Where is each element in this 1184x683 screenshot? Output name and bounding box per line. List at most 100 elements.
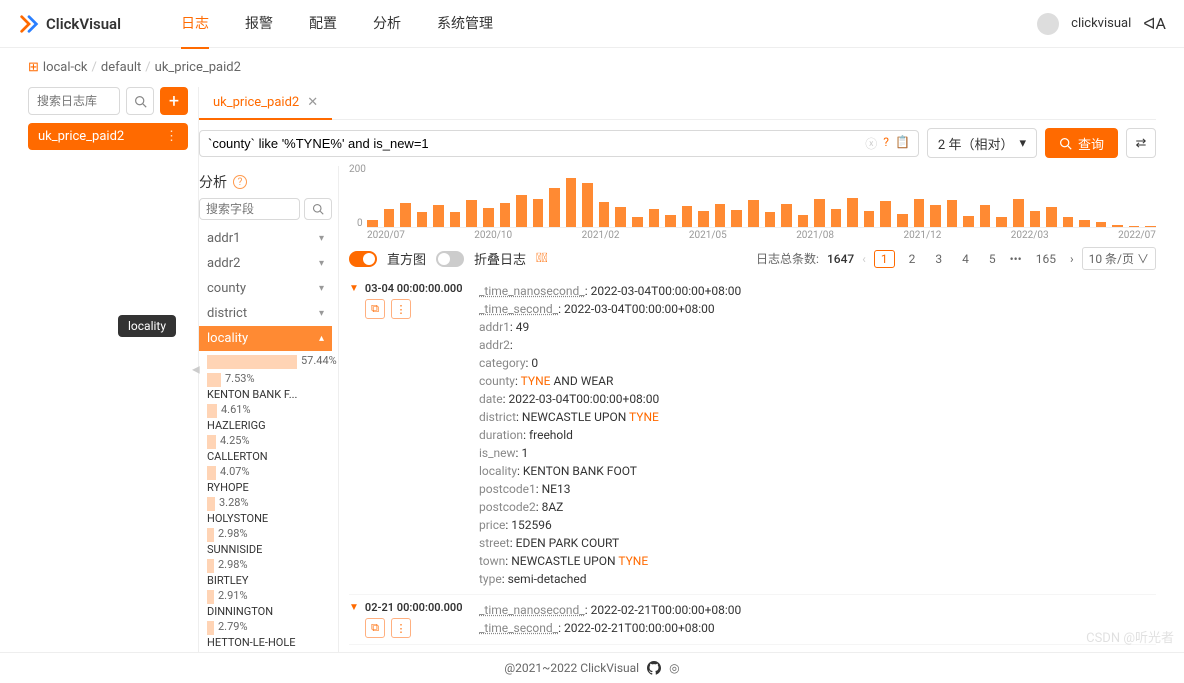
bar[interactable] xyxy=(582,183,593,227)
nav-alert[interactable]: 报警 xyxy=(245,0,273,49)
more-button[interactable]: ⋮ xyxy=(391,299,411,319)
translate-icon[interactable]: ᐊA xyxy=(1143,14,1166,33)
bar[interactable] xyxy=(765,212,776,227)
bar[interactable] xyxy=(615,207,626,228)
bar[interactable] xyxy=(1063,217,1074,227)
field-item-addr1[interactable]: addr1▾ xyxy=(199,226,332,251)
bar[interactable] xyxy=(549,188,560,227)
avatar[interactable] xyxy=(1037,13,1059,35)
bar[interactable] xyxy=(417,212,428,228)
bar[interactable] xyxy=(466,200,477,228)
swap-button[interactable]: ⇄ xyxy=(1126,128,1156,158)
target-icon[interactable]: ◎ xyxy=(669,661,679,675)
bar[interactable] xyxy=(831,209,842,227)
field-value-row[interactable]: 3.28%HOLYSTONE xyxy=(207,497,332,525)
bar[interactable] xyxy=(698,211,709,228)
bar[interactable] xyxy=(483,208,494,228)
field-value-row[interactable]: 7.53%KENTON BANK F... xyxy=(207,373,332,401)
field-search-input[interactable] xyxy=(199,198,300,220)
page-2[interactable]: 2 xyxy=(903,251,922,267)
field-item-district[interactable]: district▾ xyxy=(199,301,332,326)
field-item-addr2[interactable]: addr2▾ xyxy=(199,251,332,276)
caret-down-icon[interactable]: ▼ xyxy=(349,283,359,294)
bar[interactable] xyxy=(880,201,891,227)
github-icon[interactable] xyxy=(647,661,661,675)
field-value-row[interactable]: 2.79%HETTON-LE-HOLE xyxy=(207,621,332,649)
bar[interactable] xyxy=(963,216,974,227)
page-3[interactable]: 3 xyxy=(929,251,948,267)
more-icon[interactable]: ⋮ xyxy=(165,129,178,144)
bar[interactable] xyxy=(1079,220,1090,228)
field-value-row[interactable]: 57.44% xyxy=(207,355,332,370)
bar[interactable] xyxy=(781,204,792,227)
field-value-row[interactable]: 4.25%CALLERTON xyxy=(207,435,332,463)
field-value-row[interactable]: 2.91%DINNINGTON xyxy=(207,590,332,618)
page-5[interactable]: 5 xyxy=(983,251,1002,267)
bar[interactable] xyxy=(400,203,411,227)
bar[interactable] xyxy=(947,200,958,227)
bar[interactable] xyxy=(715,204,726,228)
help-icon[interactable]: ? xyxy=(883,135,889,152)
copy-button[interactable]: ⧉ xyxy=(365,618,385,638)
field-value-row[interactable]: 4.61%HAZLERIGG xyxy=(207,404,332,432)
nav-analysis[interactable]: 分析 xyxy=(373,0,401,49)
nav-logs[interactable]: 日志 xyxy=(181,0,209,49)
prev-page[interactable]: ‹ xyxy=(862,252,866,266)
bar[interactable] xyxy=(682,206,693,227)
bar[interactable] xyxy=(599,202,610,227)
histogram-toggle[interactable] xyxy=(349,251,377,267)
bar[interactable] xyxy=(864,211,875,227)
field-value-row[interactable]: 4.07%RYHOPE xyxy=(207,466,332,494)
bar[interactable] xyxy=(516,195,527,228)
close-icon[interactable]: ✕ xyxy=(307,95,318,110)
add-table-button[interactable]: + xyxy=(160,87,188,115)
bar[interactable] xyxy=(566,178,577,228)
bar[interactable] xyxy=(1046,207,1057,227)
bar[interactable] xyxy=(367,220,378,228)
page-1[interactable]: 1 xyxy=(874,250,895,268)
caret-down-icon[interactable]: ▼ xyxy=(349,602,359,613)
field-value-row[interactable]: 2.98%BIRTLEY xyxy=(207,559,332,587)
bar[interactable] xyxy=(731,210,742,228)
clear-icon[interactable]: ⓧ xyxy=(865,135,877,152)
bar[interactable] xyxy=(798,215,809,228)
bar[interactable] xyxy=(500,203,511,227)
bc-1[interactable]: default xyxy=(101,60,141,75)
query-input[interactable] xyxy=(208,136,865,151)
bar[interactable] xyxy=(914,199,925,227)
field-search-button[interactable] xyxy=(304,198,332,220)
bar[interactable] xyxy=(1030,211,1041,227)
collapse-left-icon[interactable]: ◀ xyxy=(192,364,200,375)
bar[interactable] xyxy=(847,198,858,228)
bc-0[interactable]: local-ck xyxy=(43,60,88,75)
bc-2[interactable]: uk_price_paid2 xyxy=(155,60,241,75)
nav-config[interactable]: 配置 xyxy=(309,0,337,49)
bar[interactable] xyxy=(384,209,395,227)
bar[interactable] xyxy=(1013,199,1024,227)
table-item[interactable]: uk_price_paid2 ⋮ xyxy=(28,123,188,150)
fold-toggle[interactable] xyxy=(436,251,464,267)
tab-active[interactable]: uk_price_paid2 ✕ xyxy=(199,87,332,120)
bar[interactable] xyxy=(632,217,643,227)
bar[interactable] xyxy=(533,199,544,227)
histogram-chart[interactable]: 200 0 2020/072020/102021/022021/052021/0… xyxy=(349,166,1156,241)
more-button[interactable]: ⋮ xyxy=(391,618,411,638)
table-search-input[interactable] xyxy=(28,87,120,115)
field-value-row[interactable]: 2.98%SUNNISIDE xyxy=(207,528,332,556)
bar[interactable] xyxy=(433,205,444,227)
nav-system[interactable]: 系统管理 xyxy=(437,0,493,49)
bar[interactable] xyxy=(897,214,908,227)
bar[interactable] xyxy=(996,217,1007,228)
bar[interactable] xyxy=(814,199,825,227)
bar[interactable] xyxy=(748,200,759,227)
field-item-county[interactable]: county▾ xyxy=(199,276,332,301)
time-range-select[interactable]: 2 年（相对） ▾ xyxy=(927,128,1037,158)
bar[interactable] xyxy=(930,205,941,228)
history-icon[interactable]: 📋 xyxy=(895,135,910,152)
page-4[interactable]: 4 xyxy=(956,251,975,267)
next-page[interactable]: › xyxy=(1070,252,1074,266)
bar[interactable] xyxy=(665,215,676,228)
bar[interactable] xyxy=(649,209,660,227)
search-button[interactable]: 查询 xyxy=(1045,128,1118,158)
bar[interactable] xyxy=(450,212,461,227)
